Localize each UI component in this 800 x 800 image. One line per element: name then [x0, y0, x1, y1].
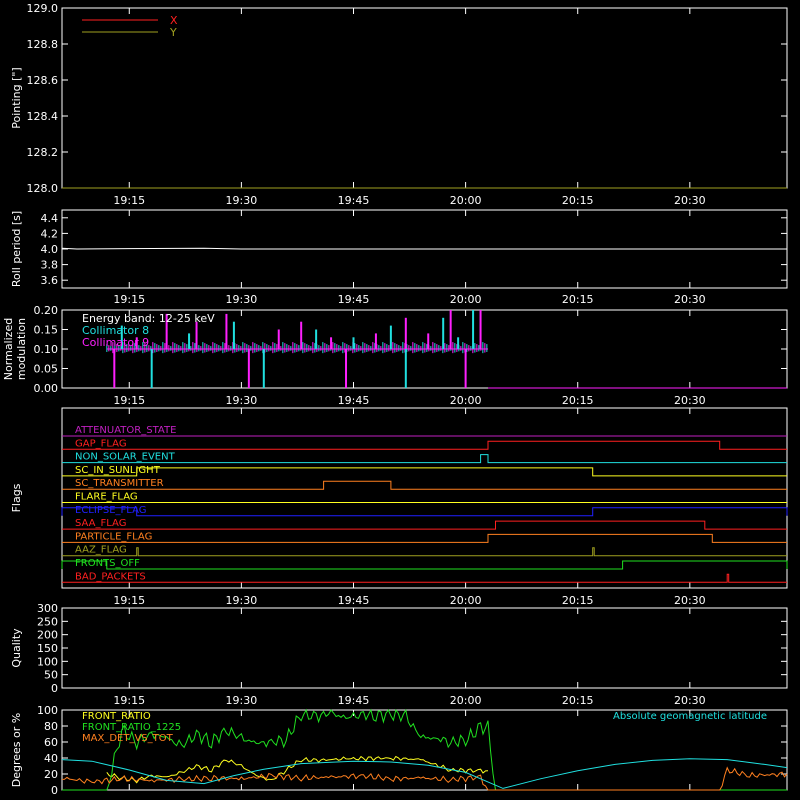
- legend-label-front_ratio: FRONT_RATIO: [82, 711, 151, 722]
- flag-line-bad_packets: [62, 573, 787, 583]
- panel-frame-4: [61, 607, 788, 689]
- flag-line-aaz_flag: [62, 547, 787, 557]
- time-tick-label: 19:45: [338, 394, 370, 407]
- y-tick-label: 150: [37, 642, 58, 655]
- time-tick-label: 20:00: [450, 194, 482, 207]
- time-tick-label: 20:00: [450, 594, 482, 607]
- y-tick-label: 100: [37, 704, 58, 717]
- flag-line-gap_flag: [62, 440, 787, 450]
- y-axis-label: Quality: [10, 628, 23, 668]
- y-tick-label: 128.2: [27, 146, 59, 159]
- y-tick-label: 128.4: [27, 110, 59, 123]
- y-tick-label: 250: [37, 615, 58, 628]
- time-tick-label: 20:30: [674, 594, 706, 607]
- time-tick-label: 19:30: [226, 394, 258, 407]
- y-tick-label: 0: [51, 682, 58, 695]
- y-tick-label: 128.0: [27, 182, 59, 195]
- time-tick-label: 19:30: [226, 594, 258, 607]
- flag-label-sc_transmitter: SC_TRANSMITTER: [75, 478, 164, 489]
- time-tick-label: 20:30: [674, 394, 706, 407]
- flag-line-sc_in_sunlight: [62, 467, 787, 477]
- flag-line-saa_flag: [62, 520, 787, 530]
- y-axis-label: Roll period [s]: [10, 211, 23, 287]
- flag-label-flare_flag: FLARE_FLAG: [75, 492, 138, 503]
- y-tick-label: 3.8: [41, 259, 59, 272]
- flag-line-particle_flag: [62, 533, 787, 543]
- y-tick-label: 3.6: [41, 274, 59, 287]
- y-tick-label: 128.6: [27, 74, 59, 87]
- time-tick-label: 20:30: [674, 694, 706, 707]
- flag-line-sc_transmitter: [62, 480, 787, 490]
- flag-label-saa_flag: SAA_FLAG: [75, 518, 126, 529]
- time-tick-label: 19:15: [113, 394, 145, 407]
- y-axis-label: Normalizedmodulation: [2, 318, 28, 380]
- time-tick-label: 19:15: [113, 293, 145, 306]
- time-tick-label: 19:45: [338, 594, 370, 607]
- flag-label-bad_packets: BAD_PACKETS: [75, 571, 146, 582]
- y-tick-label: 0.15: [34, 324, 59, 337]
- time-tick-label: 19:45: [338, 194, 370, 207]
- y-tick-label: 4.2: [41, 227, 59, 240]
- time-tick-label: 19:15: [113, 194, 145, 207]
- time-tick-label: 19:30: [226, 293, 258, 306]
- y-tick-label: 0.05: [34, 363, 59, 376]
- flag-label-gap_flag: GAP_FLAG: [75, 438, 127, 449]
- y-tick-label: 20: [44, 768, 58, 781]
- flag-label-particle_flag: PARTICLE_FLAG: [75, 531, 152, 542]
- time-tick-label: 19:45: [338, 694, 370, 707]
- y-tick-label: 4.4: [41, 212, 59, 225]
- y-tick-label: 300: [37, 602, 58, 615]
- y-tick-label: 4.0: [41, 243, 59, 256]
- y-tick-label: 200: [37, 629, 58, 642]
- y-axis-label: Flags: [10, 483, 23, 512]
- time-tick-label: 20:15: [562, 194, 594, 207]
- time-tick-label: 19:30: [226, 694, 258, 707]
- y-tick-label: 40: [44, 752, 58, 765]
- series-line-max_det_vs_tot: [61, 766, 788, 791]
- flag-label-eclipse_flag: ECLIPSE_FLAG: [75, 505, 146, 516]
- legend-label-front_ratio_1225: FRONT_RATIO_1225: [82, 722, 181, 733]
- y-tick-label: 128.8: [27, 38, 59, 51]
- lightcurve-figure: 19:15 19:30 19:45 20:00 20:15 20:30 19:15 19:30…: [2, 2, 788, 797]
- series-line-absolute-geomagnetic-latitude: [61, 758, 788, 789]
- time-tick-label: 20:15: [562, 594, 594, 607]
- y-tick-label: 60: [44, 736, 58, 749]
- legend-label-geomagnetic-latitude: Absolute geomagnetic latitude: [613, 711, 767, 722]
- flag-line-eclipse_flag: [61, 507, 788, 517]
- legend-label-collimator-9: Collimator 9: [82, 336, 149, 349]
- time-tick-label: 20:00: [450, 394, 482, 407]
- time-tick-label: 20:00: [450, 694, 482, 707]
- y-tick-label: 0.00: [34, 382, 59, 395]
- y-tick-label: 50: [44, 669, 58, 682]
- y-tick-label: 80: [44, 720, 58, 733]
- legend-label-Y: Y: [169, 26, 177, 39]
- y-tick-label: 0.20: [34, 304, 59, 317]
- time-tick-label: 19:30: [226, 194, 258, 207]
- flag-label-sc_in_sunlight: SC_IN_SUNLIGHT: [75, 465, 161, 476]
- y-tick-label: 100: [37, 655, 58, 668]
- time-tick-label: 19:15: [113, 594, 145, 607]
- flag-label-aaz_flag: AAZ_FLAG: [75, 545, 127, 556]
- y-tick-label: 0: [51, 784, 58, 797]
- flag-label-attenuator_state: ATTENUATOR_STATE: [75, 425, 176, 436]
- y-axis-label: Degrees or %: [10, 713, 23, 787]
- time-tick-label: 20:00: [450, 293, 482, 306]
- roll-period-line: [61, 247, 787, 250]
- time-tick-label: 20:15: [562, 293, 594, 306]
- y-tick-label: 129.0: [27, 2, 59, 15]
- time-tick-label: 19:45: [338, 293, 370, 306]
- time-tick-label: 20:30: [674, 194, 706, 207]
- y-tick-label: 0.10: [34, 343, 59, 356]
- time-tick-label: 19:15: [113, 694, 145, 707]
- time-tick-label: 20:15: [562, 694, 594, 707]
- flag-line-fronts_off: [61, 560, 788, 570]
- time-tick-label: 20:30: [674, 293, 706, 306]
- flag-label-fronts_off: FRONTS_OFF: [75, 558, 140, 569]
- y-axis-label: Pointing ["]: [10, 67, 23, 128]
- flag-label-non_solar_event: NON_SOLAR_EVENT: [75, 452, 176, 463]
- legend-label-max_det_vs_tot: MAX_DET_VS_TOT: [82, 733, 174, 744]
- time-tick-label: 20:15: [562, 394, 594, 407]
